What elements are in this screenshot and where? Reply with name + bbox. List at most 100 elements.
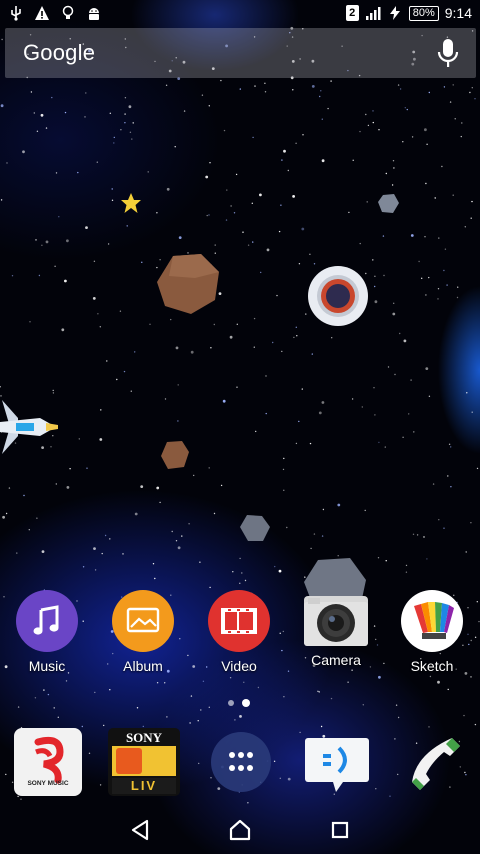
app-label: Music [28,658,66,674]
star-dot [397,716,400,719]
star-dot [295,442,298,445]
app-music[interactable]: Music [2,590,92,674]
star-dot [405,564,408,567]
star-dot [33,112,35,114]
dock-sony-liv[interactable]: SONY LIV [108,728,180,796]
star-dot [264,91,267,93]
star-dot [243,681,245,683]
star-dot [296,335,298,337]
mic-icon[interactable] [436,37,460,69]
star-dot [29,321,31,323]
star-dot [149,323,151,325]
star-dot [253,317,256,320]
star-dot [124,122,126,124]
star-dot [397,773,399,776]
star-dot [190,350,194,354]
star-dot [424,236,426,238]
dock-sony-music[interactable]: SONY MUSIC [14,728,82,796]
star-dot [466,392,468,394]
star-dot [287,169,289,172]
app-label: Sketch [410,658,454,674]
recents-button[interactable] [324,814,356,846]
star-dot [259,193,262,197]
star-dot [223,129,226,132]
app-sketch[interactable]: Sketch [387,590,477,674]
star-dot [93,260,96,262]
star-dot [362,704,364,706]
star-dot [57,716,59,718]
home-icon [229,819,251,841]
star-dot [213,323,215,326]
star-dot [441,165,443,168]
star-dot [278,230,281,233]
star-dot [438,237,440,239]
app-album[interactable]: Album [98,590,188,674]
star-dot [208,706,210,708]
app-video[interactable]: Video [194,590,284,674]
starfield [0,26,480,804]
star-dot [234,719,236,721]
star-dot [1,38,3,41]
messaging-icon [305,738,369,792]
home-button[interactable] [224,814,256,846]
star-dot [423,536,425,538]
video-app-icon [208,590,270,652]
star-dot [347,681,349,683]
star-dot [378,129,380,131]
star-dot [321,159,325,163]
star-dot [109,538,111,540]
app-camera[interactable]: Camera [291,590,381,668]
star-dot [393,167,395,169]
liv-text: LIV [130,778,158,793]
star-dot [174,146,176,148]
star-dot [298,263,301,265]
star-dot [252,241,254,243]
back-button[interactable] [124,814,156,846]
google-search-bar[interactable]: Google [5,28,476,78]
star-dot [421,277,423,279]
star-dot [232,571,234,573]
star-dot [395,704,398,706]
app-label: Album [123,658,163,674]
star-dot [318,691,320,693]
star-dot [377,557,380,559]
star-dot [474,723,477,726]
star-dot [321,401,325,404]
star-dot [387,366,390,368]
star-collectible [121,193,141,213]
star-dot [405,571,408,573]
star-dot [229,677,232,679]
star-dot [208,214,210,216]
dock-phone[interactable] [400,728,468,796]
star-dot [394,738,396,740]
star-dot [382,235,385,237]
star-dot [425,182,427,185]
star-dot [16,552,18,554]
star-dot [94,691,96,694]
star-dot [365,113,367,116]
star-dot [229,335,233,339]
dock-messaging[interactable] [302,730,372,798]
star-dot [404,107,406,109]
star-dot [99,784,102,786]
star-dot [278,569,282,573]
star-dot [99,326,102,328]
star-dot [236,386,238,388]
star-dot [22,150,25,154]
star-dot [372,121,374,124]
star-dot [77,171,79,174]
star-dot [134,351,136,353]
star-dot [424,128,427,132]
star-dot [359,130,361,133]
sim-slot-badge: 2 [345,5,359,21]
google-label: Google [23,40,96,65]
star-dot [255,430,257,433]
star-dot [327,107,329,110]
star-dot [392,160,395,162]
dock-app-drawer[interactable] [207,728,275,796]
sony-brand-text: SONY [125,730,163,745]
star-dot [107,243,110,245]
star-dot [283,489,285,491]
star-dot [23,494,25,497]
star-dot [443,269,445,272]
